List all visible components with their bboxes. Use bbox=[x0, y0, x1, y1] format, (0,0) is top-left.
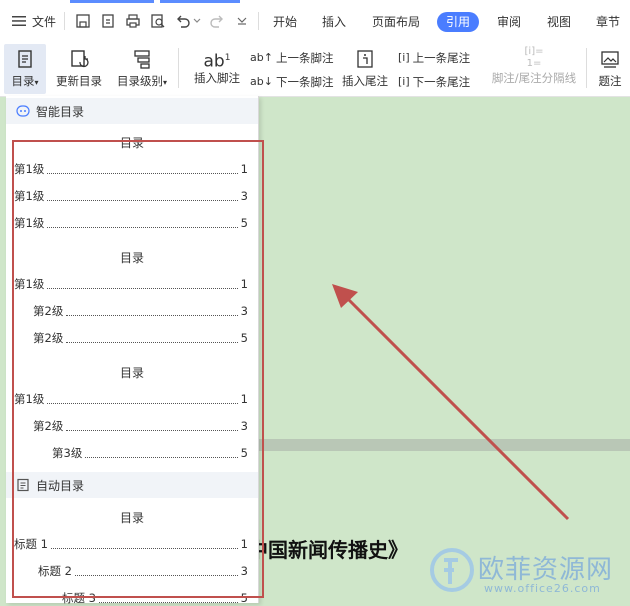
toc-row: 第1级 1 bbox=[14, 392, 248, 406]
print-preview-icon[interactable] bbox=[149, 12, 167, 30]
toc-option-title: 目录 bbox=[119, 366, 144, 380]
toc-option-title: 目录 bbox=[119, 251, 144, 265]
tab-strip-accent bbox=[160, 0, 240, 3]
toc-row: 第1级 1 bbox=[14, 277, 248, 291]
file-menu[interactable]: 文件 bbox=[32, 12, 56, 32]
toc-level-label: 目录级别 bbox=[116, 74, 163, 88]
references-ribbon: 目录▾ 更新目录 目录级别▾ ab1 插入脚注 ab↑ 上一条脚注 ab↓ 下一条脚… bbox=[0, 40, 630, 97]
tab-chapter[interactable]: 章节 bbox=[596, 12, 620, 32]
toc-row: 第1级 1 bbox=[14, 162, 248, 176]
update-toc-label: 更新目录 bbox=[56, 74, 102, 88]
next-footnote-icon: ab↓ bbox=[250, 75, 273, 88]
prev-endnote-label: 上一条尾注 bbox=[412, 51, 471, 65]
tab-review[interactable]: 审阅 bbox=[497, 12, 521, 32]
next-footnote-label: 下一条脚注 bbox=[275, 75, 334, 89]
toc-row: 第1级 5 bbox=[14, 216, 248, 230]
tab-insert[interactable]: 插入 bbox=[322, 12, 346, 32]
update-toc-button[interactable]: 更新目录 bbox=[52, 48, 106, 89]
separator-line-label: 脚注/尾注分隔线 bbox=[491, 71, 577, 85]
hamburger-menu-icon[interactable] bbox=[10, 12, 28, 30]
insert-endnote-label: 插入尾注 bbox=[342, 74, 388, 88]
watermark-text: 欧菲资源网 bbox=[478, 555, 614, 585]
update-toc-icon bbox=[71, 50, 89, 68]
separator-line-icon: [i]= 1= bbox=[524, 46, 544, 69]
toc-button-label: 目录 bbox=[11, 74, 35, 88]
next-endnote-button[interactable]: [i] 下一条尾注 bbox=[398, 73, 470, 91]
insert-footnote-label: 插入脚注 bbox=[194, 71, 240, 85]
toc-button[interactable]: 目录▾ bbox=[4, 44, 46, 94]
divider bbox=[258, 12, 259, 30]
toc-option-title: 目录 bbox=[119, 511, 144, 525]
toc-row: 标题 23 bbox=[38, 564, 248, 578]
toc-icon bbox=[18, 50, 32, 68]
divider bbox=[586, 48, 587, 88]
separator-line-button[interactable]: [i]= 1= 脚注/尾注分隔线 bbox=[488, 46, 580, 86]
toc-level-button[interactable]: 目录级别▾ bbox=[112, 48, 172, 89]
toc-row: 第3级 5 bbox=[52, 446, 248, 460]
divider bbox=[64, 12, 65, 30]
divider bbox=[178, 48, 179, 88]
auto-toc-icon bbox=[17, 478, 29, 492]
auto-toc-label: 自动目录 bbox=[36, 478, 85, 493]
prev-endnote-icon: [i] bbox=[398, 51, 410, 64]
endnote-icon bbox=[357, 50, 373, 68]
next-endnote-icon: [i] bbox=[398, 75, 410, 88]
footnote-ab-icon: ab1 bbox=[203, 51, 231, 72]
prev-footnote-button[interactable]: ab↑ 上一条脚注 bbox=[250, 49, 333, 67]
dropdown-arrow-icon: ▾ bbox=[34, 78, 39, 87]
tab-home[interactable]: 开始 bbox=[273, 12, 297, 32]
print-icon[interactable] bbox=[124, 12, 142, 30]
caption-button[interactable]: 题注 bbox=[594, 48, 626, 89]
toc-level-icon bbox=[134, 50, 150, 69]
toc-row: 第2级 3 bbox=[33, 419, 248, 433]
dropdown-arrow-icon: ▾ bbox=[162, 78, 167, 87]
toc-row: 标题 11 bbox=[14, 537, 248, 551]
toc-row: 第2级 3 bbox=[33, 304, 248, 318]
undo-dropdown-chevron-icon[interactable] bbox=[192, 12, 202, 30]
prev-endnote-button[interactable]: [i] 上一条尾注 bbox=[398, 49, 470, 67]
prev-footnote-icon: ab↑ bbox=[250, 51, 273, 64]
next-footnote-button[interactable]: ab↓ 下一条脚注 bbox=[250, 73, 333, 91]
smart-toc-label: 智能目录 bbox=[36, 104, 85, 119]
toc-dropdown-panel: 智能目录 目录 第1级 1 第1级 3 第1级 5 目录 第1级 1 第2级 3 第2级 5… bbox=[6, 96, 259, 605]
undo-icon[interactable] bbox=[174, 12, 192, 30]
export-pdf-icon[interactable] bbox=[99, 12, 117, 30]
quick-access-more-icon[interactable] bbox=[236, 12, 248, 30]
tab-strip-accent bbox=[70, 0, 154, 3]
tab-references[interactable]: 引用 bbox=[437, 12, 480, 32]
top-toolbar: 文件 开始 插入 页面布局 引用 审阅 视图 章节 bbox=[0, 0, 630, 41]
document-heading: 中国新闻传播史》 bbox=[248, 538, 408, 562]
tab-page-layout[interactable]: 页面布局 bbox=[372, 12, 420, 32]
page-gap bbox=[258, 439, 630, 451]
redo-icon[interactable] bbox=[208, 12, 226, 30]
toc-row: 第2级 5 bbox=[33, 331, 248, 345]
caption-label: 题注 bbox=[598, 74, 622, 88]
insert-endnote-button[interactable]: 插入尾注 bbox=[340, 48, 390, 89]
toc-option-title: 目录 bbox=[119, 136, 144, 150]
caption-icon bbox=[601, 51, 619, 68]
save-icon[interactable] bbox=[74, 12, 92, 30]
next-endnote-label: 下一条尾注 bbox=[412, 75, 471, 89]
watermark-url: www.office26.com bbox=[484, 582, 601, 595]
toc-row: 标题 35 bbox=[62, 591, 248, 605]
toc-row: 第1级 3 bbox=[14, 189, 248, 203]
insert-footnote-button[interactable]: ab1 插入脚注 bbox=[188, 46, 246, 86]
auto-toc-section-header: 自动目录 bbox=[6, 472, 258, 498]
prev-footnote-label: 上一条脚注 bbox=[275, 51, 334, 65]
smart-toc-icon bbox=[16, 105, 30, 117]
tab-view[interactable]: 视图 bbox=[547, 12, 571, 32]
smart-toc-section-header: 智能目录 bbox=[6, 98, 258, 124]
